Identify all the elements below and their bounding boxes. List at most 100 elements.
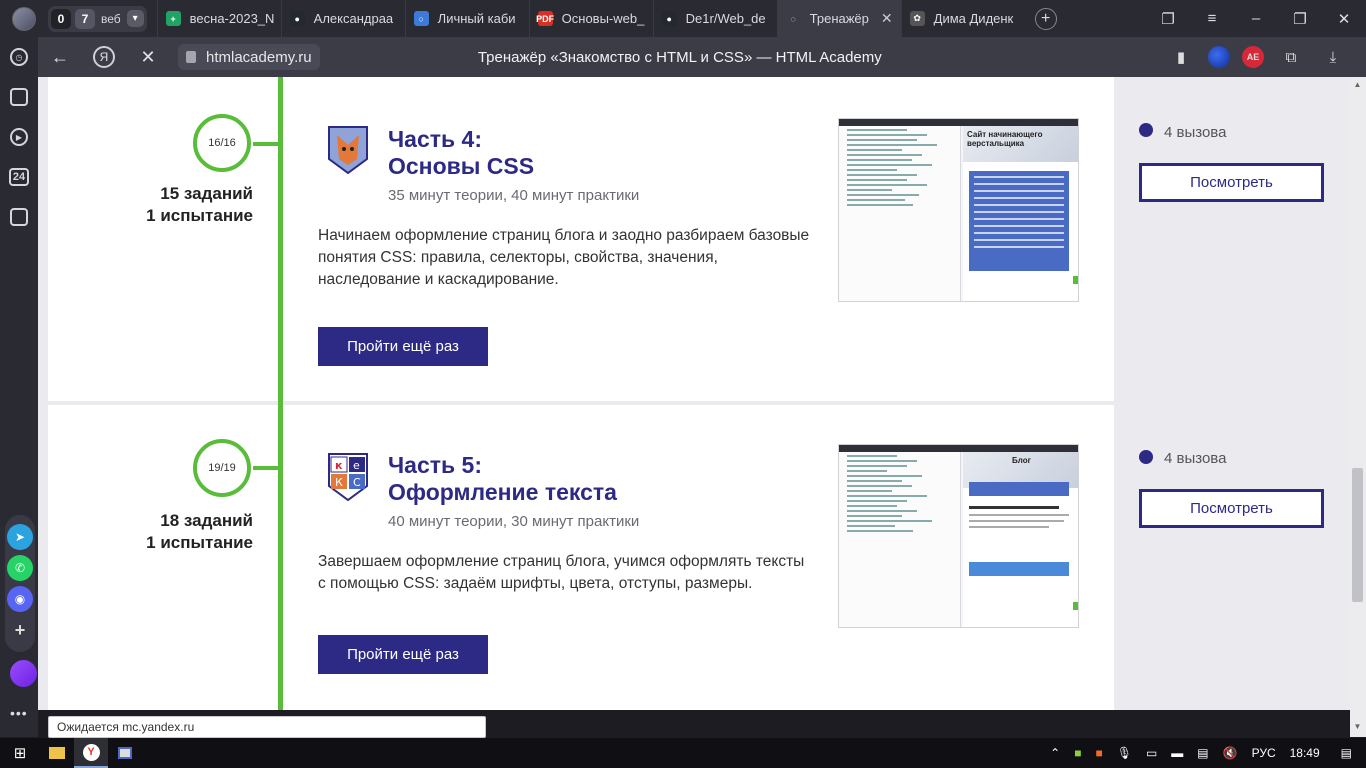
browser-tab[interactable]: ✿ Дима Диденк bbox=[900, 0, 1025, 37]
chevron-down-icon[interactable]: ▾ bbox=[126, 10, 144, 27]
challenges-count: 4 вызова bbox=[1164, 124, 1227, 141]
discord-icon[interactable]: ◉ bbox=[7, 586, 33, 612]
url-field[interactable]: htmlacademy.ru bbox=[178, 44, 320, 70]
microphone-icon[interactable]: 🎙 bbox=[1117, 746, 1132, 760]
counter-second[interactable]: 7 bbox=[75, 8, 95, 29]
network-icon[interactable]: ▤ bbox=[1197, 746, 1208, 760]
sidepanel-apps: ➤ ✆ ◉ + bbox=[5, 515, 35, 652]
part-title: Часть 4: Основы CSS bbox=[388, 126, 534, 180]
vpn-globe-icon[interactable] bbox=[1208, 46, 1230, 68]
scrollbar[interactable] bbox=[1350, 77, 1366, 737]
tab-title: De1r/Web_de bbox=[685, 11, 766, 26]
profile-avatar[interactable] bbox=[12, 6, 36, 31]
screenshot-icon[interactable] bbox=[0, 197, 38, 237]
css-fox-logo-icon bbox=[328, 126, 368, 175]
app-window-icon[interactable] bbox=[108, 738, 142, 768]
more-icon[interactable]: ••• bbox=[10, 705, 28, 721]
url-text[interactable]: htmlacademy.ru bbox=[206, 49, 312, 66]
history-icon[interactable]: ◷ bbox=[0, 37, 38, 77]
retake-button[interactable]: Пройти ещё раз bbox=[318, 635, 488, 674]
clock[interactable]: 18:49 bbox=[1290, 746, 1320, 760]
tab-title: Тренажёр bbox=[809, 11, 869, 26]
antivirus-icon[interactable]: ■ bbox=[1074, 746, 1081, 760]
notifications-icon[interactable]: ▤ bbox=[1341, 746, 1352, 760]
step-progress-circle: 16/16 bbox=[193, 114, 251, 172]
tab-group-counters[interactable]: 0 7 веб ▾ bbox=[48, 5, 147, 32]
svg-text:е: е bbox=[353, 459, 360, 472]
scrollbar-thumb[interactable] bbox=[1352, 468, 1363, 602]
trials-count: 1 испытание bbox=[146, 533, 253, 552]
window-controls: ❐ ≡ – ❐ ✕ bbox=[1146, 10, 1366, 28]
file-explorer-icon[interactable] bbox=[40, 738, 74, 768]
video-icon[interactable]: ▶ bbox=[0, 117, 38, 157]
view-button[interactable]: Посмотреть bbox=[1139, 163, 1324, 202]
counter-label: веб bbox=[101, 11, 121, 26]
collections-panel-icon[interactable] bbox=[0, 77, 38, 117]
new-tab-button[interactable]: + bbox=[1034, 7, 1057, 30]
whatsapp-icon[interactable]: ✆ bbox=[7, 555, 33, 581]
close-window-button[interactable]: ✕ bbox=[1322, 10, 1366, 28]
browser-tab[interactable]: ◌ Тренажёр ✕ bbox=[776, 0, 901, 37]
windows-start-icon[interactable]: ⊞ bbox=[0, 744, 40, 762]
back-button[interactable]: ← bbox=[38, 47, 82, 68]
address-bar: ← Я ✕ htmlacademy.ru Тренажёр «Знакомств… bbox=[38, 37, 1366, 77]
stop-loading-button[interactable]: ✕ bbox=[126, 47, 170, 68]
scroll-up-arrow[interactable]: ▲ bbox=[1352, 80, 1363, 90]
telegram-icon[interactable]: ➤ bbox=[7, 524, 33, 550]
step-connector bbox=[253, 142, 281, 146]
browser-tab[interactable]: ● Александраа bbox=[280, 0, 405, 37]
volume-muted-icon[interactable]: 🔇 bbox=[1223, 746, 1238, 760]
challenges-dot bbox=[1139, 123, 1153, 137]
preview-render-pane: Блог bbox=[963, 452, 1078, 627]
preview-code-pane bbox=[839, 126, 961, 301]
yandex-disk-icon[interactable]: ■ bbox=[1095, 746, 1102, 760]
minimize-button[interactable]: – bbox=[1234, 10, 1278, 28]
close-tab-icon[interactable]: ✕ bbox=[881, 10, 893, 27]
part-name: Оформление текста bbox=[388, 479, 617, 505]
retake-button[interactable]: Пройти ещё раз bbox=[318, 327, 488, 366]
browser-sidepanel: ◷ ▶ 24 ➤ ✆ ◉ + ••• bbox=[0, 37, 38, 737]
counter-first[interactable]: 0 bbox=[51, 8, 71, 29]
translate-icon[interactable]: ⧉ bbox=[1276, 46, 1306, 68]
menu-icon[interactable]: ≡ bbox=[1190, 10, 1234, 28]
yandex-browser-icon[interactable]: Y bbox=[74, 738, 108, 768]
browser-tab[interactable]: ○ Личный каби bbox=[404, 0, 529, 37]
lock-icon[interactable] bbox=[186, 51, 196, 63]
step-progress-circle: 19/19 bbox=[193, 439, 251, 497]
system-tray: ⌃ ■ ■ 🎙 ▭ ▬ ▤ 🔇 РУС 18:49 ▤ bbox=[1043, 746, 1366, 760]
tab-favicon-icon: + bbox=[165, 11, 181, 26]
browser-tab[interactable]: PDF Основы-web_ bbox=[528, 0, 653, 37]
bookmark-icon[interactable]: ▮ bbox=[1166, 46, 1196, 68]
alice-assistant-icon[interactable] bbox=[10, 660, 37, 687]
svg-text:С: С bbox=[353, 476, 361, 489]
add-app-icon[interactable]: + bbox=[7, 617, 33, 643]
tab-title: Основы-web_ bbox=[561, 11, 645, 26]
tab-title: Дима Диденк bbox=[933, 11, 1014, 26]
browser-tab[interactable]: ● De1r/Web_de bbox=[652, 0, 777, 37]
part-number: Часть 5: bbox=[388, 452, 482, 478]
news-24-icon[interactable]: 24 bbox=[0, 157, 38, 197]
trials-count: 1 испытание bbox=[146, 206, 253, 225]
battery-icon[interactable]: ▬ bbox=[1171, 746, 1183, 760]
browser-tabbar: 0 7 веб ▾ + весна-2023_N ● Александраа ○ Личн… bbox=[0, 0, 1366, 37]
yandex-button[interactable]: Я bbox=[93, 46, 115, 68]
preview-heading: Сайт начинающего верстальщика bbox=[963, 126, 1078, 162]
text-blocks-logo-icon: к е К С bbox=[328, 453, 368, 502]
extension-badge[interactable]: AE bbox=[1242, 46, 1264, 68]
view-button[interactable]: Посмотреть bbox=[1139, 489, 1324, 528]
download-icon[interactable]: ⤓ bbox=[1318, 46, 1348, 68]
collections-icon[interactable]: ❐ bbox=[1146, 10, 1190, 28]
part-name: Основы CSS bbox=[388, 153, 535, 179]
chevron-up-icon[interactable]: ⌃ bbox=[1050, 746, 1060, 760]
part-preview-image[interactable]: Сайт начинающего верстальщика bbox=[838, 118, 1079, 302]
language-indicator[interactable]: РУС bbox=[1252, 746, 1276, 760]
restore-button[interactable]: ❐ bbox=[1278, 10, 1322, 28]
tab-favicon-icon: ● bbox=[661, 11, 677, 26]
part-title: Часть 5: Оформление текста bbox=[388, 452, 617, 506]
scroll-down-arrow[interactable]: ▼ bbox=[1352, 722, 1363, 732]
browser-tab[interactable]: + весна-2023_N bbox=[156, 0, 281, 37]
screen-icon[interactable]: ▭ bbox=[1146, 746, 1157, 760]
page-content: 16/16 15 заданий 1 испытание Часть 4: Ос… bbox=[38, 77, 1350, 710]
part-preview-image[interactable]: Блог bbox=[838, 444, 1079, 628]
tab-favicon-icon: ○ bbox=[413, 11, 429, 26]
